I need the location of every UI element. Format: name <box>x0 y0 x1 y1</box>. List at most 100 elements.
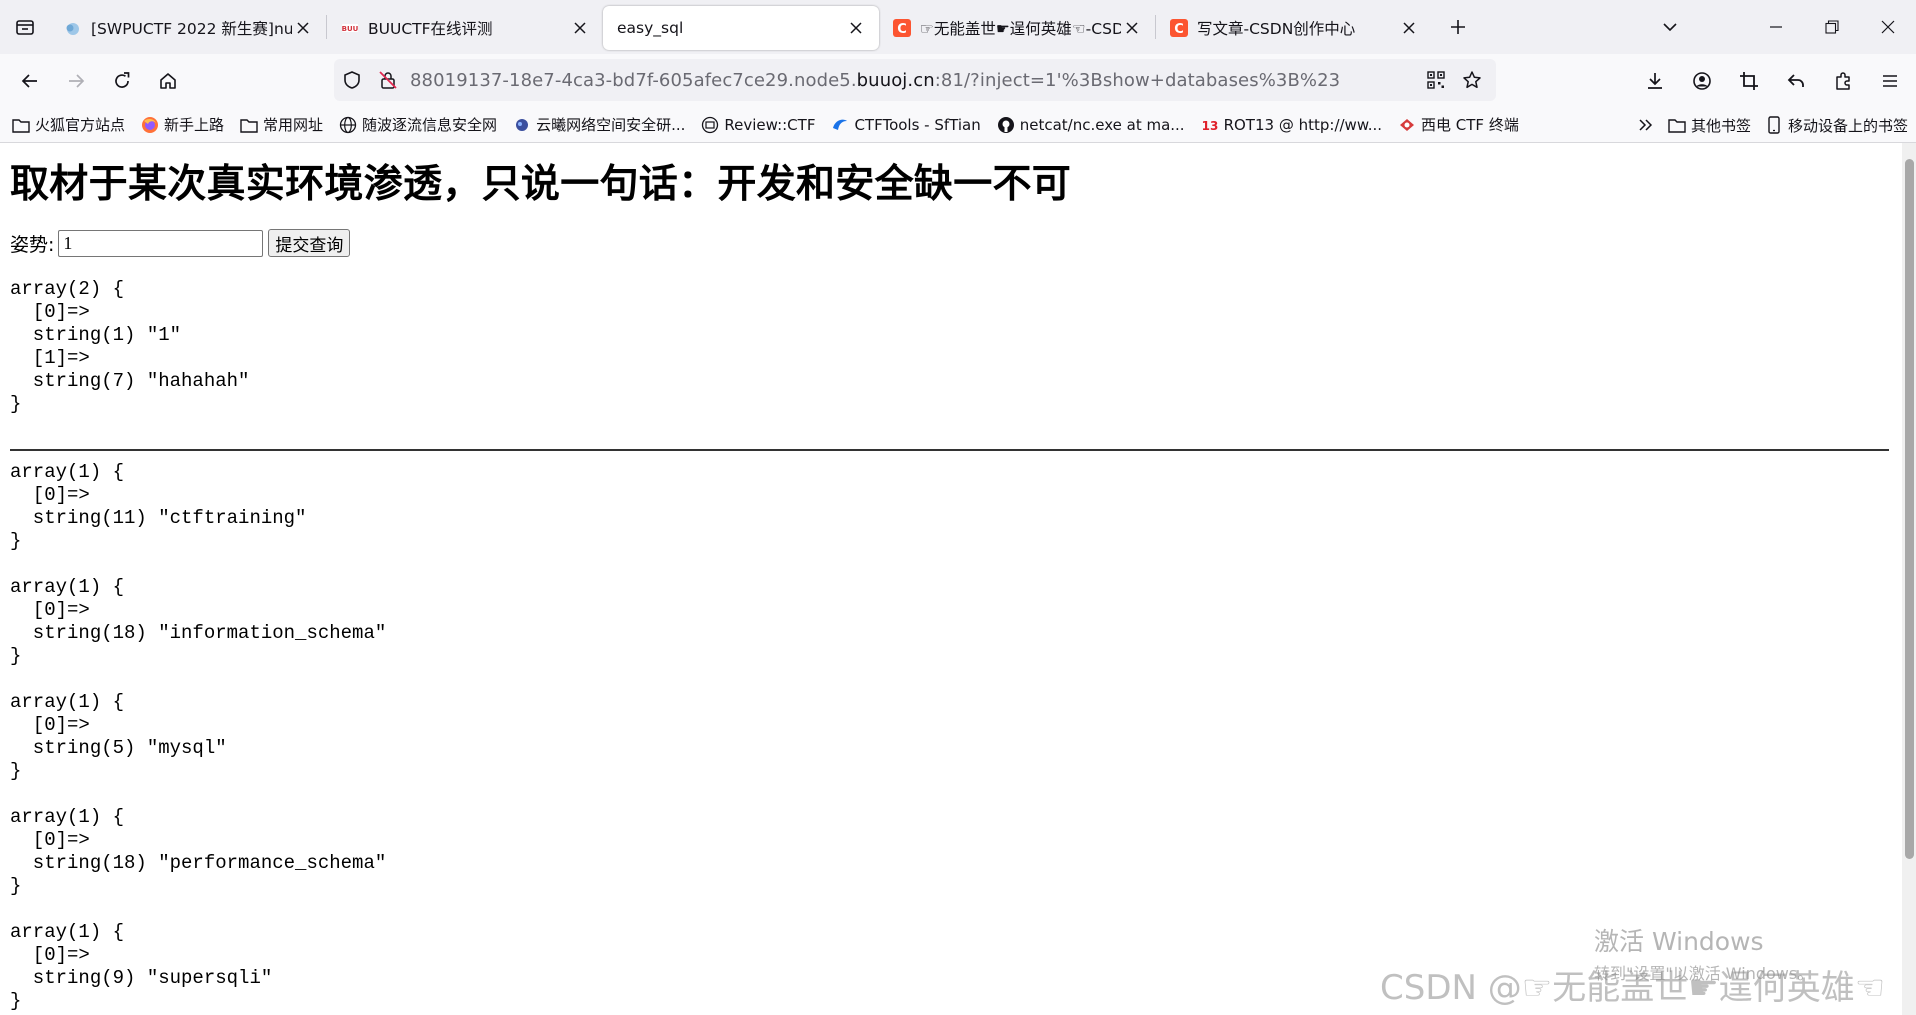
url-suffix: :81/?inject=1'%3Bshow+databases%3B%23 <box>934 69 1341 91</box>
tracking-protection-button[interactable] <box>334 59 370 101</box>
account-icon <box>1692 71 1711 90</box>
url-text[interactable]: 88019137-18e7-4ca3-bd7f-605afec7ce29.nod… <box>410 70 1340 91</box>
page-content: 取材于某次真实环境渗透，只说一句话：开发和安全缺一不可 姿势: 提交查询 arr… <box>0 143 1902 1015</box>
home-button[interactable] <box>146 61 190 101</box>
bookmark-item[interactable]: CTFTools - SfTian <box>831 110 981 140</box>
puzzle-icon <box>1835 71 1850 90</box>
close-icon <box>1881 20 1895 34</box>
insecure-connection-button[interactable] <box>370 59 406 101</box>
scrollbar-thumb[interactable] <box>1905 159 1914 859</box>
downloads-button[interactable] <box>1632 61 1677 101</box>
close-window-button[interactable] <box>1860 0 1916 54</box>
svg-text:13: 13 <box>1201 119 1218 133</box>
firefox-view-icon <box>16 20 34 35</box>
tab-buuctf[interactable]: BUU BUUCTF在线评测 <box>327 6 603 50</box>
hamburger-icon <box>1882 74 1897 87</box>
arrow-right-icon <box>69 73 85 88</box>
qr-code-icon <box>1427 71 1445 89</box>
arrow-left-icon <box>21 73 37 88</box>
bookmark-item[interactable]: Review::CTF <box>701 110 815 140</box>
bookmark-item[interactable]: 常用网址 <box>240 110 323 140</box>
url-bar-actions <box>1418 59 1490 101</box>
bookmark-star-button[interactable] <box>1454 59 1490 101</box>
tab-csdn-blog[interactable]: C ☞无能盖世☛逞何英雄☜-CSDN <box>879 6 1155 50</box>
lock-insecure-icon <box>379 71 397 89</box>
query-result-dump: array(2) { [0]=> string(1) "1" [1]=> str… <box>10 278 250 415</box>
page-scrollbar[interactable] <box>1902 143 1916 1015</box>
restore-button[interactable] <box>1804 0 1860 54</box>
close-icon[interactable] <box>1121 17 1143 39</box>
other-bookmarks[interactable]: 其他书签 <box>1668 110 1751 140</box>
csdn-favicon-icon: C <box>1170 19 1188 37</box>
folder-icon <box>1668 116 1686 134</box>
navigation-toolbar: 88019137-18e7-4ca3-bd7f-605afec7ce29.nod… <box>0 54 1916 107</box>
close-icon[interactable] <box>292 17 314 39</box>
tab-easy-sql[interactable]: easy_sql <box>603 6 879 50</box>
watermark-line: 激活 Windows <box>1594 927 1764 956</box>
svg-text:BUU: BUU <box>342 25 359 33</box>
chevron-down-icon <box>1663 23 1677 32</box>
bookmark-item[interactable]: 火狐官方站点 <box>12 110 125 140</box>
bookmark-label: 其他书签 <box>1690 116 1751 135</box>
result-separator <box>10 449 1889 451</box>
svg-text:C: C <box>897 22 907 37</box>
extensions-button[interactable] <box>1820 61 1865 101</box>
close-icon[interactable] <box>569 17 591 39</box>
folder-icon <box>12 116 30 134</box>
inject-form: 姿势: 提交查询 <box>10 229 351 257</box>
database-dump: array(1) { [0]=> string(9) "supersqli" } <box>10 921 273 1012</box>
tab-csdn-write[interactable]: C 写文章-CSDN创作中心 <box>1156 6 1432 50</box>
tab-strip: [SWPUCTF 2022 新生赛]numgame BUU BUUCTF在线评测… <box>0 0 1916 54</box>
tab-swpuctf[interactable]: [SWPUCTF 2022 新生赛]numgame <box>50 6 326 50</box>
mobile-bookmarks[interactable]: 移动设备上的书签 <box>1765 110 1908 140</box>
bookmark-item[interactable]: 云曦网络空间安全研... <box>513 110 685 140</box>
tab-title: easy_sql <box>617 19 684 37</box>
bookmark-label: ROT13 @ http://ww... <box>1223 115 1383 134</box>
minimize-button[interactable] <box>1748 0 1804 54</box>
forward-button[interactable] <box>54 61 98 101</box>
back-button[interactable] <box>8 61 52 101</box>
close-icon[interactable] <box>845 17 867 39</box>
plus-icon <box>1451 20 1465 34</box>
bookmark-label: 火狐官方站点 <box>35 116 126 134</box>
home-icon <box>160 72 176 89</box>
bookmark-item[interactable]: 13 ROT13 @ http://ww... <box>1201 110 1382 140</box>
window-controls <box>1642 0 1916 54</box>
url-bar[interactable]: 88019137-18e7-4ca3-bd7f-605afec7ce29.nod… <box>334 59 1496 101</box>
screenshot-button[interactable] <box>1726 61 1771 101</box>
bookmark-item[interactable]: 新手上路 <box>141 110 224 140</box>
tab-title: BUUCTF在线评测 <box>368 20 493 38</box>
buuctf-favicon-icon: BUU <box>341 19 359 37</box>
bookmark-item[interactable]: netcat/nc.exe at ma... <box>997 110 1185 140</box>
download-icon <box>1647 72 1662 89</box>
database-dump: array(1) { [0]=> string(18) "performance… <box>10 806 387 897</box>
bookmark-item[interactable]: 随波逐流信息安全网 <box>339 110 497 140</box>
bookmark-item[interactable]: 西电 CTF 终端 <box>1398 110 1519 140</box>
close-icon[interactable] <box>1398 17 1420 39</box>
bookmark-label: 随波逐流信息安全网 <box>362 116 498 134</box>
site-icon: 13 <box>1201 116 1219 134</box>
bookmark-label: 云曦网络空间安全研... <box>536 116 686 134</box>
more-bookmarks-button[interactable] <box>1638 110 1654 140</box>
firefox-view-button[interactable] <box>0 0 50 54</box>
firefox-icon <box>141 116 159 134</box>
csdn-watermark: CSDN @☞无能盖世☛逞何英雄☜ <box>1380 968 1886 1008</box>
undo-button[interactable] <box>1773 61 1818 101</box>
bookmark-label: CTFTools - SfTian <box>854 115 981 134</box>
qr-code-button[interactable] <box>1418 59 1454 101</box>
reload-button[interactable] <box>100 61 144 101</box>
list-all-tabs-button[interactable] <box>1642 0 1698 54</box>
submit-query-button[interactable]: 提交查询 <box>268 229 351 257</box>
menu-button[interactable] <box>1867 61 1912 101</box>
site-icon <box>1398 116 1416 134</box>
mobile-icon <box>1765 116 1783 134</box>
shield-icon <box>344 71 360 89</box>
inject-input[interactable] <box>58 229 264 257</box>
account-button[interactable] <box>1679 61 1724 101</box>
globe-icon <box>339 116 357 134</box>
svg-text:C: C <box>1174 22 1184 37</box>
new-tab-button[interactable] <box>1436 5 1480 49</box>
inject-label: 姿势: <box>10 233 55 256</box>
database-dump: array(1) { [0]=> string(11) "ctftraining… <box>10 461 307 552</box>
undo-icon <box>1787 73 1804 87</box>
